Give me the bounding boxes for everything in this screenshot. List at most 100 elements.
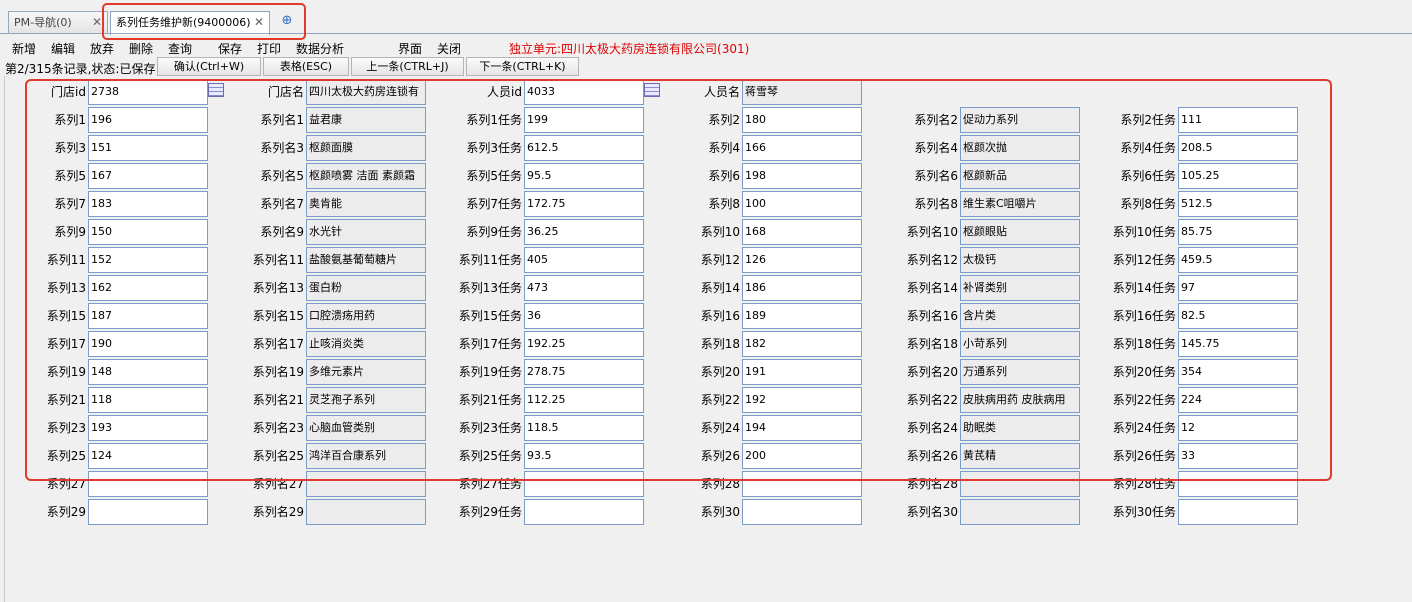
series-id-field[interactable]: 187 <box>88 303 208 329</box>
series-name-field[interactable]: 灵芝孢子系列 <box>306 387 426 413</box>
close-icon[interactable]: ✕ <box>92 12 102 33</box>
series-id-field[interactable]: 168 <box>742 219 862 245</box>
series-task-field[interactable]: 95.5 <box>524 163 644 189</box>
series-id-field[interactable]: 162 <box>88 275 208 301</box>
confirm-button[interactable]: 确认(Ctrl+W) <box>157 57 261 76</box>
series-task-field[interactable]: 612.5 <box>524 135 644 161</box>
series-id-field[interactable] <box>742 471 862 497</box>
series-task-field[interactable]: 93.5 <box>524 443 644 469</box>
series-id-field[interactable]: 193 <box>88 415 208 441</box>
series-id-field[interactable]: 186 <box>742 275 862 301</box>
series-task-field[interactable]: 82.5 <box>1178 303 1298 329</box>
series-name-field[interactable]: 盐酸氨基葡萄糖片 <box>306 247 426 273</box>
series-name-field[interactable]: 蛋白粉 <box>306 275 426 301</box>
series-name-field[interactable]: 助眠类 <box>960 415 1080 441</box>
series-task-field[interactable]: 118.5 <box>524 415 644 441</box>
series-task-field[interactable]: 199 <box>524 107 644 133</box>
series-name-field[interactable]: 皮肤病用药 皮肤病用 <box>960 387 1080 413</box>
edit-button[interactable]: 编辑 <box>51 40 75 57</box>
series-name-field[interactable]: 太极钙 <box>960 247 1080 273</box>
series-name-field[interactable] <box>306 499 426 525</box>
series-id-field[interactable]: 148 <box>88 359 208 385</box>
series-id-field[interactable]: 183 <box>88 191 208 217</box>
series-id-field[interactable] <box>742 499 862 525</box>
series-id-field[interactable]: 192 <box>742 387 862 413</box>
series-task-field[interactable]: 33 <box>1178 443 1298 469</box>
series-name-field[interactable]: 止咳消炎类 <box>306 331 426 357</box>
series-id-field[interactable]: 152 <box>88 247 208 273</box>
series-id-field[interactable]: 118 <box>88 387 208 413</box>
series-task-field[interactable]: 459.5 <box>1178 247 1298 273</box>
series-id-field[interactable]: 166 <box>742 135 862 161</box>
staff-name-field[interactable]: 蒋雪琴 <box>742 79 862 105</box>
calendar-icon[interactable] <box>644 83 660 97</box>
staff-id-field[interactable]: 4033 <box>524 79 644 105</box>
series-name-field[interactable]: 口腔溃疡用药 <box>306 303 426 329</box>
series-name-field[interactable]: 鸿洋百合康系列 <box>306 443 426 469</box>
series-task-field[interactable]: 36.25 <box>524 219 644 245</box>
series-id-field[interactable]: 196 <box>88 107 208 133</box>
query-button[interactable]: 查询 <box>168 40 192 57</box>
series-task-field[interactable] <box>524 471 644 497</box>
series-task-field[interactable] <box>524 499 644 525</box>
series-id-field[interactable]: 189 <box>742 303 862 329</box>
series-name-field[interactable]: 万通系列 <box>960 359 1080 385</box>
series-id-field[interactable]: 100 <box>742 191 862 217</box>
save-button[interactable]: 保存 <box>218 40 242 57</box>
discard-button[interactable]: 放弃 <box>90 40 114 57</box>
interface-button[interactable]: 界面 <box>398 40 422 57</box>
series-id-field[interactable]: 180 <box>742 107 862 133</box>
series-task-field[interactable]: 224 <box>1178 387 1298 413</box>
series-task-field[interactable]: 512.5 <box>1178 191 1298 217</box>
series-id-field[interactable] <box>88 471 208 497</box>
series-name-field[interactable]: 促动力系列 <box>960 107 1080 133</box>
series-task-field[interactable]: 36 <box>524 303 644 329</box>
series-task-field[interactable]: 85.75 <box>1178 219 1298 245</box>
series-name-field[interactable]: 心脑血管类别 <box>306 415 426 441</box>
series-task-field[interactable]: 172.75 <box>524 191 644 217</box>
series-name-field[interactable]: 小苛系列 <box>960 331 1080 357</box>
series-name-field[interactable]: 枢颜次抛 <box>960 135 1080 161</box>
series-name-field[interactable] <box>960 471 1080 497</box>
series-name-field[interactable]: 维生素C咀嚼片 <box>960 191 1080 217</box>
series-task-field[interactable]: 208.5 <box>1178 135 1298 161</box>
series-name-field[interactable]: 奥肯能 <box>306 191 426 217</box>
calendar-icon[interactable] <box>208 83 224 97</box>
series-task-field[interactable]: 278.75 <box>524 359 644 385</box>
series-name-field[interactable] <box>960 499 1080 525</box>
series-name-field[interactable]: 枢颜喷雾 洁面 素颜霜 <box>306 163 426 189</box>
series-id-field[interactable]: 150 <box>88 219 208 245</box>
series-task-field[interactable]: 354 <box>1178 359 1298 385</box>
series-task-field[interactable]: 145.75 <box>1178 331 1298 357</box>
data-analysis-button[interactable]: 数据分析 <box>296 40 344 57</box>
series-task-field[interactable]: 12 <box>1178 415 1298 441</box>
close-button[interactable]: 关闭 <box>437 40 461 57</box>
series-name-field[interactable]: 枢颜新品 <box>960 163 1080 189</box>
series-id-field[interactable]: 151 <box>88 135 208 161</box>
tab-pm-nav[interactable]: PM-导航(0) ✕ <box>8 11 108 34</box>
series-id-field[interactable]: 194 <box>742 415 862 441</box>
print-button[interactable]: 打印 <box>257 40 281 57</box>
series-name-field[interactable]: 多维元素片 <box>306 359 426 385</box>
series-task-field[interactable] <box>1178 499 1298 525</box>
store-name-field[interactable]: 四川太极大药房连锁有 <box>306 79 426 105</box>
series-id-field[interactable]: 190 <box>88 331 208 357</box>
series-name-field[interactable]: 水光针 <box>306 219 426 245</box>
series-task-field[interactable] <box>1178 471 1298 497</box>
series-name-field[interactable]: 益君康 <box>306 107 426 133</box>
series-name-field[interactable]: 枢颜眼贴 <box>960 219 1080 245</box>
grid-button[interactable]: 表格(ESC) <box>263 57 349 76</box>
series-name-field[interactable]: 补肾类别 <box>960 275 1080 301</box>
series-task-field[interactable]: 105.25 <box>1178 163 1298 189</box>
series-id-field[interactable]: 167 <box>88 163 208 189</box>
series-id-field[interactable] <box>88 499 208 525</box>
series-name-field[interactable]: 含片类 <box>960 303 1080 329</box>
new-button[interactable]: 新增 <box>12 40 36 57</box>
series-id-field[interactable]: 182 <box>742 331 862 357</box>
series-task-field[interactable]: 473 <box>524 275 644 301</box>
series-task-field[interactable]: 97 <box>1178 275 1298 301</box>
series-name-field[interactable] <box>306 471 426 497</box>
series-task-field[interactable]: 111 <box>1178 107 1298 133</box>
series-name-field[interactable]: 黄芪精 <box>960 443 1080 469</box>
series-name-field[interactable]: 枢颜面膜 <box>306 135 426 161</box>
